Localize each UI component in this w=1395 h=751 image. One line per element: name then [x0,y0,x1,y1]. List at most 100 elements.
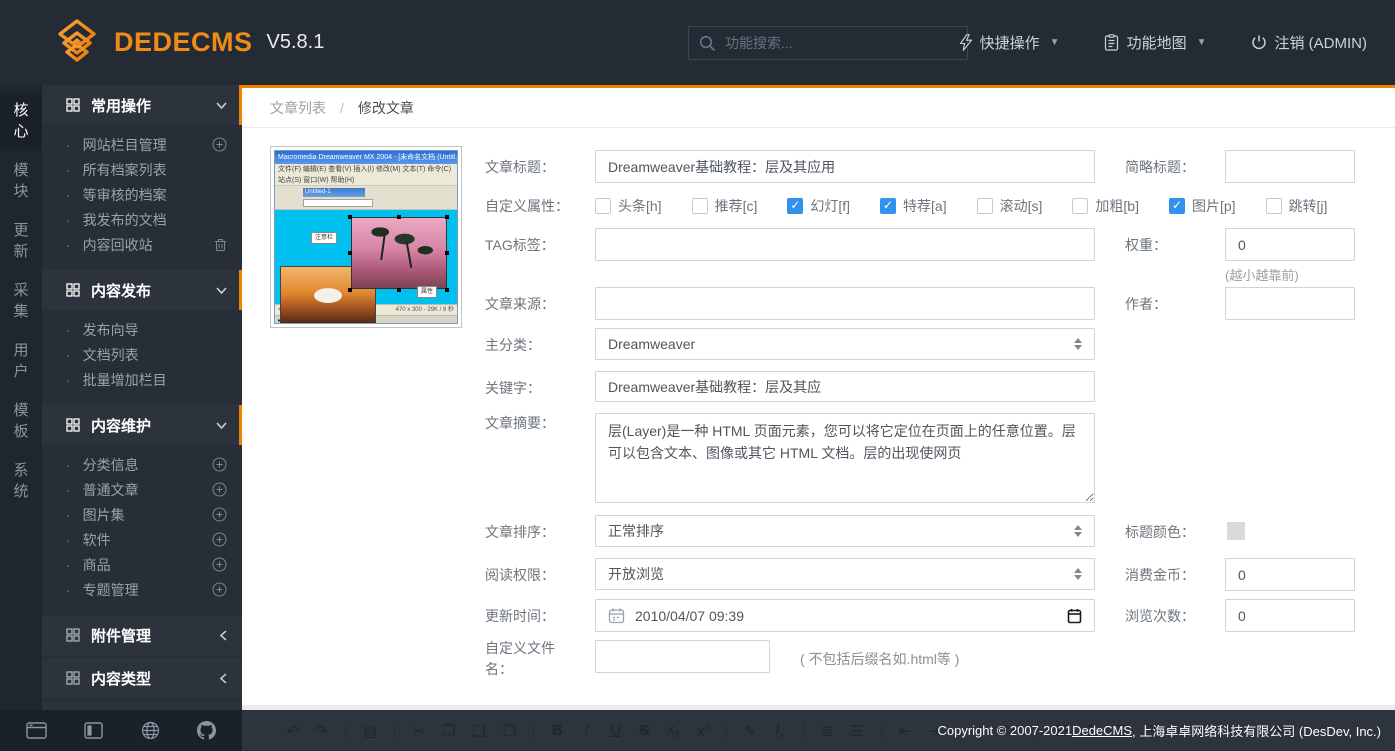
remove-format-icon[interactable]: Ix [774,721,786,740]
sidebar-item-normal-article[interactable]: ·普通文章 [42,477,242,502]
plus-circle-icon[interactable] [212,457,227,472]
section-attachment-management[interactable]: 附件管理 [42,615,242,655]
author-input[interactable] [1225,287,1355,320]
update-time-input[interactable]: 2010/04/07 09:39 [595,599,1095,632]
trash-icon[interactable] [214,238,227,252]
checkbox-recommend[interactable]: 推荐[c] [692,196,758,216]
copy-icon[interactable]: ❐ [442,722,455,740]
checkbox-special[interactable]: 特荐[a] [880,196,947,216]
checkbox-box[interactable] [1266,198,1282,214]
format-brush-icon[interactable]: ✎ [744,722,757,740]
quick-actions-menu[interactable]: 快捷操作 ▼ [960,32,1060,53]
bold-icon[interactable]: B [551,722,563,739]
sidebar-item-products[interactable]: ·商品 [42,552,242,577]
sidebar-item-batch-add-columns[interactable]: ·批量增加栏目 [42,367,242,392]
plus-circle-icon[interactable] [212,532,227,547]
checkbox-box[interactable] [1072,198,1088,214]
checkbox-image[interactable]: 图片[p] [1169,196,1236,216]
underline-icon[interactable]: U [609,722,621,739]
globe-icon[interactable] [141,721,160,740]
paste-word-icon[interactable]: ❒ [503,722,516,740]
section-content-maintenance[interactable]: 内容维护 [42,405,242,445]
checkbox-scroll[interactable]: 滚动[s] [977,196,1043,216]
section-batch-maintenance[interactable]: 批量维护 [42,701,242,710]
sort-select[interactable]: 正常排序 [595,515,1095,547]
rail-item-system[interactable]: 系统 [0,453,42,509]
checkbox-box[interactable] [977,198,993,214]
layout-sidebar-icon[interactable] [84,722,103,739]
unordered-list-icon[interactable]: ☰ [850,722,863,740]
rail-item-update[interactable]: 更新 [0,213,42,269]
checkbox-box[interactable] [880,198,896,214]
weight-note: (越小越靠前) [1225,265,1299,284]
source-input[interactable] [595,287,1095,320]
italic-icon[interactable]: I [580,722,592,739]
title-color-swatch[interactable] [1227,522,1245,540]
rail-item-modules[interactable]: 模块 [0,153,42,209]
function-search[interactable] [688,26,968,60]
sidebar-item-document-list[interactable]: ·文档列表 [42,342,242,367]
sidebar-item-image-gallery[interactable]: ·图片集 [42,502,242,527]
checkbox-headline[interactable]: 头条[h] [595,196,662,216]
section-content-publish[interactable]: 内容发布 [42,270,242,310]
checkbox-box[interactable] [787,198,803,214]
checkbox-box[interactable] [692,198,708,214]
github-icon[interactable] [197,721,216,740]
checkbox-slideshow[interactable]: 幻灯[f] [787,196,850,216]
summary-textarea[interactable]: 层(Layer)是一种 HTML 页面元素，您可以将它定位在页面上的任意位置。层… [595,413,1095,503]
read-access-select[interactable]: 开放浏览 [595,558,1095,590]
plus-circle-icon[interactable] [212,582,227,597]
feature-map-menu[interactable]: 功能地图 ▼ [1104,32,1207,53]
short-title-input[interactable] [1225,150,1355,183]
keywords-input[interactable] [595,371,1095,402]
calendar-icon[interactable] [1067,608,1082,624]
plus-circle-icon[interactable] [212,482,227,497]
checkbox-box[interactable] [1169,198,1185,214]
coins-input[interactable] [1225,558,1355,591]
search-input[interactable] [725,35,957,51]
document-icon[interactable]: ▤ [363,722,377,740]
sidebar-item-publish-wizard[interactable]: ·发布向导 [42,317,242,342]
sidebar-item-my-documents[interactable]: ·我发布的文档 [42,207,242,232]
paste-icon[interactable]: ❏ [472,722,485,740]
subscript-icon[interactable]: x2 [667,721,680,740]
window-icon[interactable] [26,722,47,739]
sidebar-item-topic-management[interactable]: ·专题管理 [42,577,242,602]
tags-input[interactable] [595,228,1095,261]
brand-logo[interactable]: DEDECMS V5.8.1 [54,0,324,85]
superscript-icon[interactable]: x2 [697,722,710,740]
filename-input[interactable] [595,640,770,673]
indent-decrease-icon[interactable]: ⇤ [899,722,912,740]
undo-icon[interactable]: ↶ [286,722,299,740]
rail-item-users[interactable]: 用户 [0,333,42,389]
checkbox-bold[interactable]: 加粗[b] [1072,196,1139,216]
strikethrough-icon[interactable]: S [638,722,650,739]
ordered-list-icon[interactable]: ≣ [821,722,834,740]
plus-circle-icon[interactable] [212,557,227,572]
rail-item-collect[interactable]: 采集 [0,273,42,329]
bullet-dot: · [66,372,71,388]
copyright-dedecms-link[interactable]: DedeCMS [1072,723,1132,738]
weight-input[interactable] [1225,228,1355,261]
rail-item-core[interactable]: 核心 [0,93,42,149]
checkbox-box[interactable] [595,198,611,214]
sidebar-item-pending-archives[interactable]: ·等审核的档案 [42,182,242,207]
breadcrumb-parent[interactable]: 文章列表 [270,98,326,118]
section-common-operations[interactable]: 常用操作 [42,85,242,125]
section-content-types[interactable]: 内容类型 [42,658,242,698]
views-input[interactable] [1225,599,1355,632]
logout-button[interactable]: 注销 (ADMIN) [1251,32,1368,53]
sidebar-item-software[interactable]: ·软件 [42,527,242,552]
redo-icon[interactable]: ↷ [316,722,329,740]
sidebar-item-classified-info[interactable]: ·分类信息 [42,452,242,477]
title-input[interactable] [595,150,1095,183]
checkbox-jump[interactable]: 跳转[j] [1266,196,1328,216]
sidebar-item-all-archives[interactable]: ·所有档案列表 [42,157,242,182]
category-select[interactable]: Dreamweaver [595,328,1095,360]
plus-circle-icon[interactable] [212,137,227,152]
cut-icon[interactable]: ✂ [412,722,425,740]
rail-item-templates[interactable]: 模板 [0,393,42,449]
sidebar-item-recycle-bin[interactable]: ·内容回收站 [42,232,242,257]
plus-circle-icon[interactable] [212,507,227,522]
sidebar-item-site-columns[interactable]: ·网站栏目管理 [42,132,242,157]
